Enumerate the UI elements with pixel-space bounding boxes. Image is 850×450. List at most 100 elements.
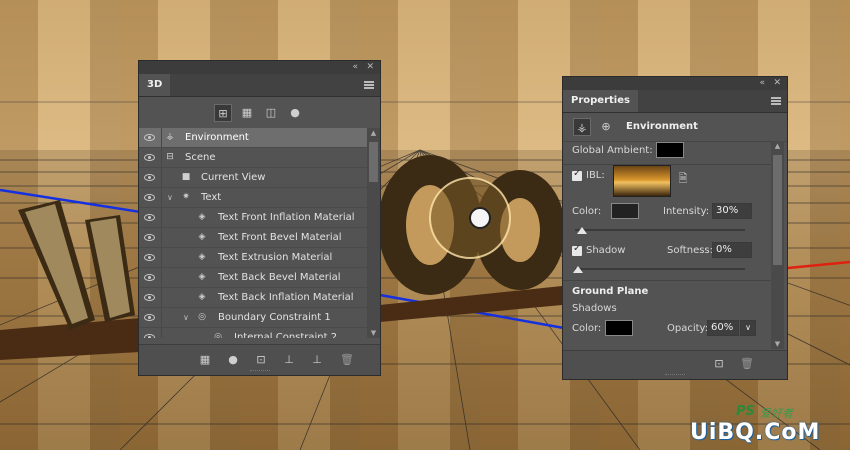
layer-row-material[interactable]: ◈ Text Back Inflation Material bbox=[139, 288, 367, 308]
environment-icon: ⚶ bbox=[166, 132, 174, 142]
layer-list-scrollbar[interactable]: ▲ ▼ bbox=[367, 128, 380, 338]
material-icon: ◈ bbox=[198, 252, 206, 262]
ground-plane-heading: Ground Plane bbox=[572, 286, 649, 297]
panel-menu-icon[interactable] bbox=[771, 97, 781, 105]
layer-label: Text Front Bevel Material bbox=[218, 232, 342, 243]
trash-icon[interactable]: 🗑 bbox=[339, 353, 355, 367]
material-icon: ◈ bbox=[198, 292, 206, 302]
opacity-dropdown-chevron-down-icon[interactable]: ∨ bbox=[740, 320, 756, 336]
new-mesh-icon[interactable]: ▦ bbox=[197, 353, 213, 367]
material-filter-icon[interactable]: ◫ bbox=[262, 104, 280, 122]
scroll-up-arrow-icon[interactable]: ▲ bbox=[771, 141, 784, 151]
opacity-label: Opacity: bbox=[667, 323, 709, 334]
render-icon[interactable]: ⊡ bbox=[711, 357, 727, 371]
visibility-eye-icon[interactable] bbox=[144, 254, 155, 261]
resize-grip[interactable] bbox=[665, 374, 685, 378]
visibility-eye-icon[interactable] bbox=[144, 214, 155, 221]
layer-row-material[interactable]: ◈ Text Front Bevel Material bbox=[139, 228, 367, 248]
properties-content: Global Ambient: IBL: 🗎 Color: Intensity:… bbox=[563, 141, 771, 349]
opacity-input[interactable]: 60% bbox=[707, 320, 739, 336]
scrollbar-thumb[interactable] bbox=[369, 142, 378, 182]
layer-label: Text Back Inflation Material bbox=[218, 292, 354, 303]
ibl-checkbox[interactable] bbox=[572, 168, 582, 181]
layer-row-current-view[interactable]: ■ Current View bbox=[139, 168, 367, 188]
layer-row-scene[interactable]: ⊟ Scene bbox=[139, 148, 367, 168]
scroll-down-arrow-icon[interactable]: ▼ bbox=[367, 328, 380, 338]
scroll-down-arrow-icon[interactable]: ▼ bbox=[771, 339, 784, 349]
intensity-slider-knob[interactable] bbox=[577, 227, 587, 234]
shadow-color-swatch[interactable] bbox=[605, 320, 633, 336]
layer-label: Text Front Inflation Material bbox=[218, 212, 355, 223]
layer-label: Current View bbox=[201, 172, 266, 183]
layer-row-environment[interactable]: ⚶ Environment bbox=[139, 128, 367, 148]
close-icon[interactable]: ✕ bbox=[773, 77, 781, 90]
ibl-thumbnail[interactable] bbox=[613, 165, 671, 197]
chevron-down-icon[interactable]: ∨ bbox=[167, 188, 173, 207]
coordinates-icon[interactable]: ⊕ bbox=[597, 118, 615, 136]
visibility-eye-icon[interactable] bbox=[144, 294, 155, 301]
scene-icon: ⊟ bbox=[166, 152, 174, 162]
trash-icon[interactable]: 🗑 bbox=[739, 357, 755, 371]
properties-panel: « ✕ Properties ⚶ ⊕ Environment Global Am… bbox=[562, 76, 788, 380]
softness-input[interactable]: 0% bbox=[712, 242, 752, 258]
collapse-icon[interactable]: « bbox=[759, 77, 765, 90]
close-icon[interactable]: ✕ bbox=[366, 61, 374, 74]
layer-label: Boundary Constraint 1 bbox=[218, 312, 331, 323]
panel-titlebar[interactable]: « ✕ bbox=[563, 77, 787, 90]
intensity-input[interactable]: 30% bbox=[712, 203, 752, 219]
drop-to-plane-icon[interactable]: ⊥ bbox=[309, 353, 325, 367]
visibility-eye-icon[interactable] bbox=[144, 274, 155, 281]
softness-slider-knob[interactable] bbox=[573, 266, 583, 273]
render-icon[interactable]: ⊡ bbox=[253, 353, 269, 367]
layer-row-material[interactable]: ◈ Text Back Bevel Material bbox=[139, 268, 367, 288]
ibl-color-label: Color: bbox=[572, 206, 602, 217]
global-ambient-label: Global Ambient: bbox=[572, 145, 653, 156]
visibility-eye-icon[interactable] bbox=[144, 154, 155, 161]
visibility-eye-icon[interactable] bbox=[144, 314, 155, 321]
properties-scrollbar[interactable]: ▲ ▼ bbox=[771, 141, 784, 349]
material-icon: ◈ bbox=[198, 212, 206, 222]
material-icon: ◈ bbox=[198, 232, 206, 242]
visibility-eye-icon[interactable] bbox=[144, 234, 155, 241]
scene-filter-icon[interactable]: ⊞ bbox=[214, 104, 232, 122]
softness-slider[interactable] bbox=[575, 268, 745, 270]
softness-label: Softness: bbox=[667, 245, 714, 256]
chevron-down-icon[interactable]: ∨ bbox=[183, 308, 189, 327]
visibility-eye-icon[interactable] bbox=[144, 174, 155, 181]
layer-row-material[interactable]: ◈ Text Front Inflation Material bbox=[139, 208, 367, 228]
layer-row-constraint[interactable]: ◎ Internal Constraint 2 bbox=[139, 328, 367, 338]
watermark-brand: PS bbox=[736, 404, 755, 419]
scroll-up-arrow-icon[interactable]: ▲ bbox=[367, 128, 380, 138]
visibility-eye-icon[interactable] bbox=[144, 334, 155, 338]
layer-label: Scene bbox=[185, 152, 216, 163]
visibility-eye-icon[interactable] bbox=[144, 134, 155, 141]
intensity-slider[interactable] bbox=[575, 229, 745, 231]
new-light-icon[interactable]: ● bbox=[225, 353, 241, 367]
properties-title: Environment bbox=[626, 121, 698, 132]
ground-plane-icon[interactable]: ⊥ bbox=[281, 353, 297, 367]
3d-panel-toolbar: ▦ ● ⊡ ⊥ ⊥ 🗑 bbox=[139, 344, 380, 375]
panel-menu-icon[interactable] bbox=[364, 81, 374, 89]
ibl-color-swatch[interactable] bbox=[611, 203, 639, 219]
shadow-color-label: Color: bbox=[572, 323, 602, 334]
edit-texture-icon[interactable]: 🗎 bbox=[675, 171, 691, 187]
tab-properties[interactable]: Properties bbox=[563, 90, 638, 112]
light-filter-icon[interactable]: ● bbox=[286, 104, 304, 122]
layer-row-text[interactable]: ∨ ✷ Text bbox=[139, 188, 367, 208]
divider bbox=[563, 280, 771, 281]
resize-grip[interactable] bbox=[249, 370, 270, 374]
panel-titlebar[interactable]: « ✕ bbox=[139, 61, 380, 74]
shadow-checkbox[interactable] bbox=[572, 243, 582, 256]
scrollbar-thumb[interactable] bbox=[773, 155, 782, 265]
layer-row-material[interactable]: ◈ Text Extrusion Material bbox=[139, 248, 367, 268]
layer-row-constraint[interactable]: ∨ ◎ Boundary Constraint 1 bbox=[139, 308, 367, 328]
camera-icon: ■ bbox=[181, 172, 191, 182]
environment-icon[interactable]: ⚶ bbox=[573, 118, 591, 136]
global-ambient-swatch[interactable] bbox=[656, 142, 684, 158]
tab-3d[interactable]: 3D bbox=[139, 74, 171, 96]
mesh-filter-icon[interactable]: ▦ bbox=[238, 104, 256, 122]
tab-bar: Properties bbox=[563, 90, 787, 113]
visibility-eye-icon[interactable] bbox=[144, 194, 155, 201]
ibl-label: IBL: bbox=[586, 170, 605, 181]
collapse-icon[interactable]: « bbox=[352, 61, 358, 74]
